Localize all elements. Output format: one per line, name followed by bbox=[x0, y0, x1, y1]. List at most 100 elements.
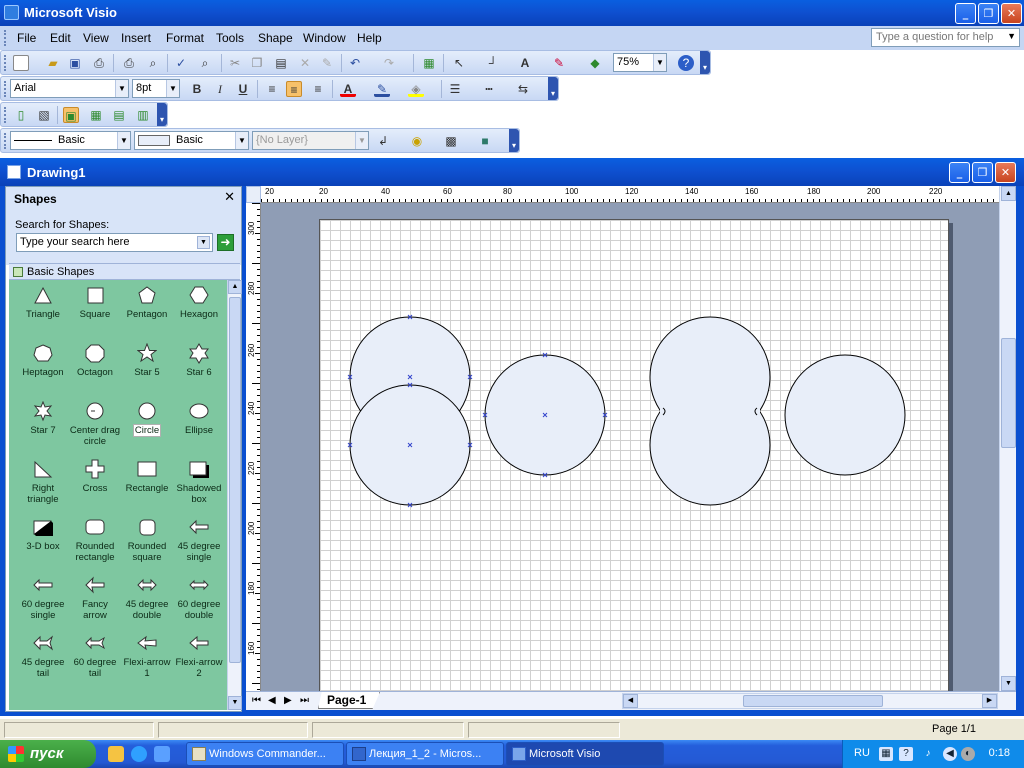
stencil-scrollbar[interactable]: ▲ ▼ bbox=[227, 280, 242, 710]
connector-style-icon[interactable]: ↲ bbox=[375, 133, 391, 149]
stencil-item-shadowed-box[interactable]: Shadowed box bbox=[173, 459, 225, 505]
doc-close-button[interactable]: ✕ bbox=[995, 162, 1016, 183]
stencil-item-rounded-rectangle[interactable]: Rounded rectangle bbox=[69, 517, 121, 563]
stencil-item-arrow-45-double[interactable]: 45 degree double bbox=[121, 575, 173, 621]
next-page-icon[interactable]: ▶ bbox=[284, 695, 292, 706]
spelling-icon[interactable]: ✓ bbox=[173, 55, 189, 71]
grid-view-icon[interactable]: ▦ bbox=[88, 107, 104, 123]
drawn-shapes[interactable] bbox=[261, 203, 999, 691]
stencil-item-heptagon[interactable]: Heptagon bbox=[17, 343, 69, 378]
stencil-item-ellipse[interactable]: Ellipse bbox=[173, 401, 225, 436]
chevron-down-icon[interactable]: ▼ bbox=[197, 236, 210, 249]
menu-shape[interactable]: Shape bbox=[258, 31, 293, 45]
page-tab[interactable]: Page-1 bbox=[318, 692, 380, 709]
toolbar-grip[interactable] bbox=[4, 133, 7, 149]
stencil-item-arrow-45-single[interactable]: 45 degree single bbox=[173, 517, 225, 563]
quick-launch-icon[interactable] bbox=[108, 746, 124, 762]
line-tool-icon[interactable]: ✎ bbox=[551, 55, 567, 71]
toolbar-options-icon[interactable]: ▾ bbox=[700, 51, 710, 74]
format-painter-icon[interactable]: ✎ bbox=[319, 55, 335, 71]
drawing-title-bar[interactable]: Drawing1 _ ❐ ✕ bbox=[0, 158, 1024, 186]
stencil-item-arrow-60-double[interactable]: 60 degree double bbox=[173, 575, 225, 621]
align-center-icon[interactable]: ≡ bbox=[286, 81, 302, 97]
scroll-thumb[interactable] bbox=[1001, 338, 1016, 448]
scroll-up-icon[interactable]: ▲ bbox=[228, 280, 242, 294]
line-style-combo[interactable]: Basic ▼ bbox=[10, 131, 131, 150]
bold-button[interactable]: B bbox=[189, 81, 205, 97]
menu-tools[interactable]: Tools bbox=[216, 31, 244, 45]
details-view-icon[interactable]: ▥ bbox=[135, 107, 151, 123]
stencil-item-star7[interactable]: Star 7 bbox=[17, 401, 69, 436]
browser-icon[interactable] bbox=[131, 746, 147, 762]
chevron-down-icon[interactable]: ▼ bbox=[117, 132, 130, 149]
italic-button[interactable]: I bbox=[212, 81, 228, 97]
toolbar-options-icon[interactable]: ▾ bbox=[548, 77, 558, 100]
underline-button[interactable]: U bbox=[235, 81, 251, 97]
minimize-button[interactable]: _ bbox=[955, 3, 976, 24]
close-button[interactable]: ✕ bbox=[1001, 3, 1022, 24]
font-color-icon[interactable]: A bbox=[340, 81, 356, 97]
keyboard-icon[interactable]: ▦ bbox=[879, 747, 893, 761]
scroll-down-icon[interactable]: ▼ bbox=[1001, 676, 1016, 691]
stencil-item-flexi-arrow-2[interactable]: Flexi-arrow 2 bbox=[173, 633, 225, 679]
language-indicator[interactable]: RU bbox=[854, 747, 870, 759]
stencil-item-star5[interactable]: Star 5 bbox=[121, 343, 173, 378]
scroll-down-icon[interactable]: ▼ bbox=[228, 696, 242, 710]
menu-window[interactable]: Window bbox=[303, 31, 346, 45]
text-tool-icon[interactable]: A bbox=[517, 55, 533, 71]
stencil-item-center-drag-circle[interactable]: Center drag circle bbox=[69, 401, 121, 447]
print-icon[interactable]: ⎙ bbox=[121, 55, 137, 71]
font-size-combo[interactable]: 8pt ▼ bbox=[132, 79, 180, 98]
layout-view-icon[interactable]: ▣ bbox=[63, 107, 79, 123]
back-icon[interactable]: ◀ bbox=[943, 747, 957, 761]
line-color-icon[interactable]: ✎ bbox=[374, 81, 390, 97]
cut-icon[interactable]: ✂ bbox=[227, 55, 243, 71]
paste-icon[interactable]: ▤ bbox=[273, 55, 289, 71]
save-icon[interactable]: ▣ bbox=[67, 55, 83, 71]
stencil-item-rounded-square[interactable]: Rounded square bbox=[121, 517, 173, 563]
layer-combo[interactable]: {No Layer} ▼ bbox=[252, 131, 369, 150]
scroll-left-icon[interactable]: ◀ bbox=[623, 694, 638, 708]
permission-icon[interactable]: ⎙ bbox=[91, 55, 107, 71]
vertical-ruler[interactable]: 300 280 260 240 220 200 180 160 bbox=[246, 203, 261, 691]
stencil-item-square[interactable]: Square bbox=[69, 285, 121, 320]
toolbar-grip[interactable] bbox=[4, 107, 7, 123]
align-left-icon[interactable]: ≡ bbox=[264, 81, 280, 97]
chevron-down-icon[interactable]: ▼ bbox=[1007, 31, 1016, 41]
close-icon[interactable]: ✕ bbox=[224, 190, 235, 205]
connector-tool-icon[interactable]: ┘ bbox=[485, 55, 501, 71]
scroll-right-icon[interactable]: ▶ bbox=[982, 694, 997, 708]
menu-grip[interactable] bbox=[4, 30, 7, 46]
explorer-icon[interactable] bbox=[154, 746, 170, 762]
stencil-item-star6[interactable]: Star 6 bbox=[173, 343, 225, 378]
open-icon[interactable]: ▰ bbox=[45, 55, 61, 71]
task-lecture-doc[interactable]: Лекция_1_2 - Micros... bbox=[346, 742, 504, 766]
prev-page-icon[interactable]: ◀ bbox=[268, 695, 276, 706]
background-page-icon[interactable]: ▧ bbox=[36, 107, 52, 123]
help-question-box[interactable]: Type a question for help ▼ bbox=[871, 28, 1020, 47]
toolbar-grip[interactable] bbox=[4, 81, 7, 97]
stencil-item-fancy-arrow[interactable]: Fancy arrow bbox=[69, 575, 121, 621]
shapes-window-icon[interactable]: ▦ bbox=[421, 55, 437, 71]
union-shape[interactable] bbox=[649, 316, 771, 506]
toolbar-options-icon[interactable]: ▾ bbox=[157, 103, 167, 126]
drawing-canvas[interactable] bbox=[261, 203, 999, 691]
stencil-item-pentagon[interactable]: Pentagon bbox=[121, 285, 173, 320]
list-view-icon[interactable]: ▤ bbox=[111, 107, 127, 123]
zoom-combo[interactable]: 75% ▼ bbox=[613, 53, 667, 72]
font-combo[interactable]: Arial ▼ bbox=[10, 79, 129, 98]
stencil-item-right-triangle[interactable]: Right triangle bbox=[17, 459, 69, 505]
stencil-item-hexagon[interactable]: Hexagon bbox=[173, 285, 225, 320]
chevron-down-icon[interactable]: ▼ bbox=[115, 80, 128, 97]
doc-restore-button[interactable]: ❐ bbox=[972, 162, 993, 183]
stencil-item-circle[interactable]: Circle bbox=[121, 401, 173, 437]
print-preview-icon[interactable]: ⌕ bbox=[145, 55, 161, 71]
task-windows-commander[interactable]: Windows Commander... bbox=[186, 742, 344, 766]
delete-icon[interactable]: ✕ bbox=[297, 55, 313, 71]
scroll-up-icon[interactable]: ▲ bbox=[1001, 186, 1016, 201]
volume-icon[interactable]: ♪ bbox=[921, 747, 935, 761]
app-title-bar[interactable]: Microsoft Visio _ ❐ ✕ bbox=[0, 0, 1024, 26]
canvas-horizontal-scrollbar[interactable]: ◀ ▶ bbox=[622, 693, 998, 709]
task-microsoft-visio[interactable]: Microsoft Visio bbox=[506, 742, 664, 766]
menu-insert[interactable]: Insert bbox=[121, 31, 151, 45]
